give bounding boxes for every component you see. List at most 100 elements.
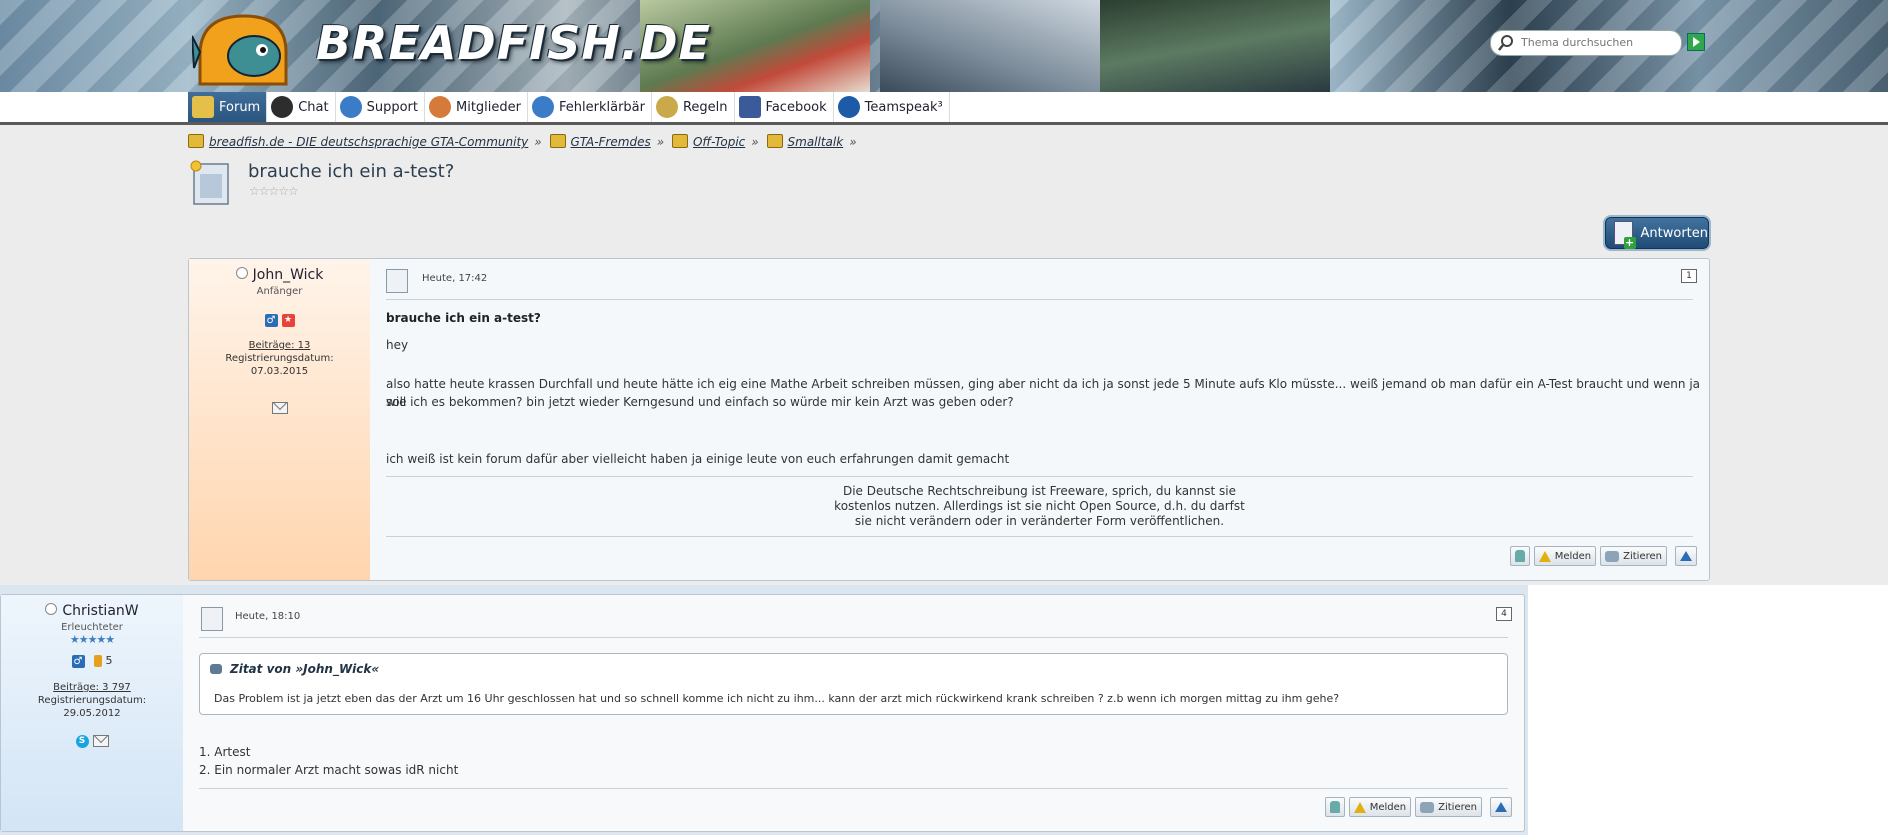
signature-line: kostenlos nutzen. Allerdings ist sie nic…	[834, 499, 1245, 513]
author-name[interactable]: ChristianW	[1, 603, 183, 619]
post-actions: Melden Zitieren	[1324, 797, 1512, 817]
post-number[interactable]: 1	[1681, 269, 1697, 283]
search-icon	[1498, 35, 1513, 51]
nav-item-label: Mitglieder	[456, 99, 521, 115]
banner-scene	[1100, 0, 1330, 92]
post-document-icon	[201, 607, 223, 631]
site-title[interactable]: BREADFISH.DE	[316, 16, 711, 70]
registration-label: Registrierungsdatum:	[37, 694, 147, 706]
quote-button[interactable]: Zitieren	[1600, 546, 1667, 566]
nav-item-label: Forum	[219, 99, 261, 115]
post-number[interactable]: 4	[1496, 607, 1512, 621]
breadcrumb-link[interactable]: breadfish.de - DIE deutschsprachige GTA-…	[209, 135, 528, 149]
nav-item-label: Support	[366, 99, 418, 115]
arrow-up-icon	[1495, 802, 1507, 812]
quote-title[interactable]: Zitat von »John_Wick«	[210, 662, 379, 676]
warning-icon	[1353, 801, 1366, 813]
breadcrumb-separator: »	[849, 135, 857, 149]
members-icon	[429, 96, 451, 118]
author-rank: Erleuchteter	[61, 622, 123, 633]
post-text-line: soll ich es bekommen? bin jetzt wieder K…	[386, 395, 1014, 409]
author-name-text: ChristianW	[62, 603, 139, 619]
thread-title: brauche ich ein a-test?	[248, 161, 455, 182]
post-author-sidebar: ChristianW Erleuchteter ★★★★★ ♂ 5 Beiträ…	[1, 595, 183, 831]
post-date: Heute, 17:42	[422, 273, 488, 284]
quote-block: Zitat von »John_Wick« Das Problem ist ja…	[199, 653, 1508, 715]
post-content: Heute, 18:10 4 Zitat von »John_Wick« Das…	[183, 595, 1524, 831]
thumbs-up-icon	[1329, 801, 1340, 813]
nav-item-members[interactable]: Mitglieder	[425, 92, 528, 122]
facebook-icon	[738, 96, 761, 118]
nav-item-chat[interactable]: Chat	[267, 92, 336, 122]
nav-item-forum[interactable]: Forum	[188, 92, 268, 122]
breadcrumb-link[interactable]: Smalltalk	[788, 135, 844, 149]
nav-item-facebook[interactable]: Facebook	[735, 92, 834, 122]
forum-folder-icon	[188, 134, 204, 148]
divider	[386, 476, 1693, 477]
nav-item-bug-help[interactable]: Fehlerklärbär	[528, 92, 652, 122]
nav-item-label: Facebook	[765, 99, 827, 115]
trophy-count[interactable]: 5	[106, 654, 113, 667]
divider	[386, 299, 1693, 300]
breadcrumb: breadfish.de - DIE deutschsprachige GTA-…	[188, 134, 861, 149]
male-gender-icon: ♂	[264, 314, 278, 327]
author-name[interactable]: John_Wick	[189, 267, 370, 283]
breadcrumb-link[interactable]: GTA-Fremdes	[571, 135, 651, 149]
report-label: Melden	[1369, 801, 1407, 813]
quote-label: Zitieren	[1438, 801, 1477, 813]
skype-icon[interactable]: S	[75, 734, 89, 748]
male-gender-icon: ♂	[71, 654, 85, 668]
post: ChristianW Erleuchteter ★★★★★ ♂ 5 Beiträ…	[0, 594, 1525, 832]
nav-item-label: Fehlerklärbär	[559, 99, 645, 115]
rank-stars: ★★★★★	[69, 633, 115, 646]
nav-item-label: Chat	[298, 99, 329, 115]
nav-item-rules[interactable]: Regeln	[652, 92, 735, 122]
divider	[199, 637, 1508, 638]
trophy-icon	[94, 655, 102, 667]
search-box[interactable]	[1490, 30, 1682, 56]
scroll-top-button[interactable]	[1675, 546, 1697, 566]
breadcrumb-link[interactable]: Off-Topic	[693, 135, 745, 149]
new-post-icon	[1614, 221, 1635, 249]
reply-button[interactable]: Antworten	[1605, 217, 1709, 249]
author-post-count[interactable]: Beiträge: 13	[189, 339, 370, 352]
thumbs-up-icon	[1514, 550, 1525, 562]
post: John_Wick Anfänger ♂ ★ Beiträge: 13 Regis…	[188, 258, 1710, 581]
author-post-count-text: Beiträge: 13	[248, 340, 311, 351]
email-icon[interactable]	[92, 735, 109, 747]
online-status-icon	[45, 603, 58, 615]
post-text-line: hey	[386, 338, 409, 352]
post-date: Heute, 18:10	[235, 611, 301, 622]
post-text-line: ich weiß ist kein forum dafür aber viell…	[386, 452, 1010, 466]
quote-text: Das Problem ist ja jetzt eben das der Ar…	[214, 692, 1340, 705]
like-button[interactable]	[1324, 797, 1345, 817]
quote-title-text: Zitat von »John_Wick«	[230, 662, 380, 676]
quote-button[interactable]: Zitieren	[1415, 797, 1482, 817]
search-input[interactable]	[1521, 34, 1671, 50]
nav-item-teamspeak[interactable]: Teamspeak³	[834, 92, 950, 122]
report-button[interactable]: Melden	[1348, 797, 1412, 817]
author-post-count-text: Beiträge: 3 797	[53, 681, 131, 693]
breadfish-logo-emblem[interactable]	[192, 10, 294, 88]
main-navigation: Forum Chat Support Mitglieder Fehlerklär…	[0, 92, 1888, 125]
quote-icon	[1605, 550, 1620, 562]
like-button[interactable]	[1509, 546, 1530, 566]
post-content: Heute, 17:42 1 brauche ich ein a-test? h…	[370, 259, 1709, 580]
divider	[199, 788, 1508, 789]
divider	[386, 536, 1693, 537]
nav-item-support[interactable]: Support	[336, 92, 425, 122]
report-button[interactable]: Melden	[1533, 546, 1597, 566]
email-icon[interactable]	[271, 401, 288, 414]
author-badges: ♂ ★	[189, 313, 370, 327]
search-submit-button[interactable]	[1687, 33, 1705, 51]
post-actions: Melden Zitieren	[1509, 546, 1697, 566]
thread-rating-stars[interactable]: ☆☆☆☆☆	[249, 184, 299, 198]
breadcrumb-separator: »	[751, 135, 759, 149]
author-contact	[189, 400, 370, 414]
author-post-count[interactable]: Beiträge: 3 797	[1, 681, 183, 694]
nav-item-label: Regeln	[682, 99, 728, 115]
author-name-text: John_Wick	[252, 267, 324, 283]
online-status-icon	[235, 267, 248, 279]
scroll-top-button[interactable]	[1490, 797, 1512, 817]
banner-scene	[880, 0, 1130, 92]
